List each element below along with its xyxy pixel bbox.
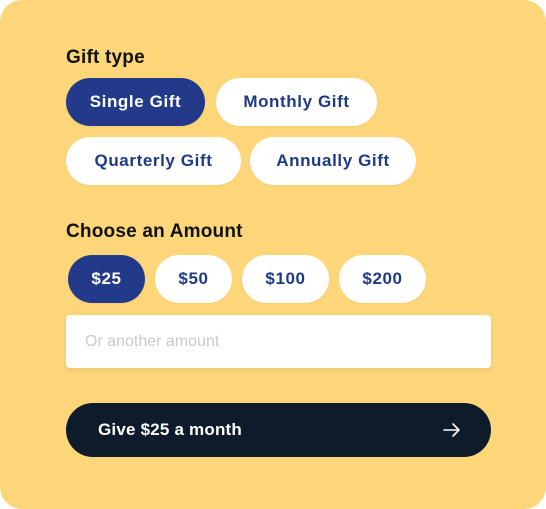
gift-type-single-button[interactable]: Single Gift	[66, 78, 205, 126]
amount-25-button[interactable]: $25	[68, 255, 145, 303]
arrow-right-icon	[443, 423, 460, 437]
gift-type-monthly-button[interactable]: Monthly Gift	[216, 78, 377, 126]
give-button[interactable]: Give $25 a month	[66, 403, 491, 457]
gift-type-label: Gift type	[66, 47, 145, 68]
give-button-label: Give $25 a month	[98, 420, 242, 439]
gift-type-quarterly-button[interactable]: Quarterly Gift	[66, 137, 241, 185]
amount-200-button[interactable]: $200	[339, 255, 426, 303]
custom-amount-input[interactable]	[66, 315, 491, 368]
amount-100-button[interactable]: $100	[242, 255, 329, 303]
choose-amount-label: Choose an Amount	[66, 221, 243, 242]
amount-50-button[interactable]: $50	[155, 255, 232, 303]
donation-card: Gift type Single Gift Monthly Gift Quart…	[0, 0, 546, 509]
gift-type-annually-button[interactable]: Annually Gift	[250, 137, 416, 185]
